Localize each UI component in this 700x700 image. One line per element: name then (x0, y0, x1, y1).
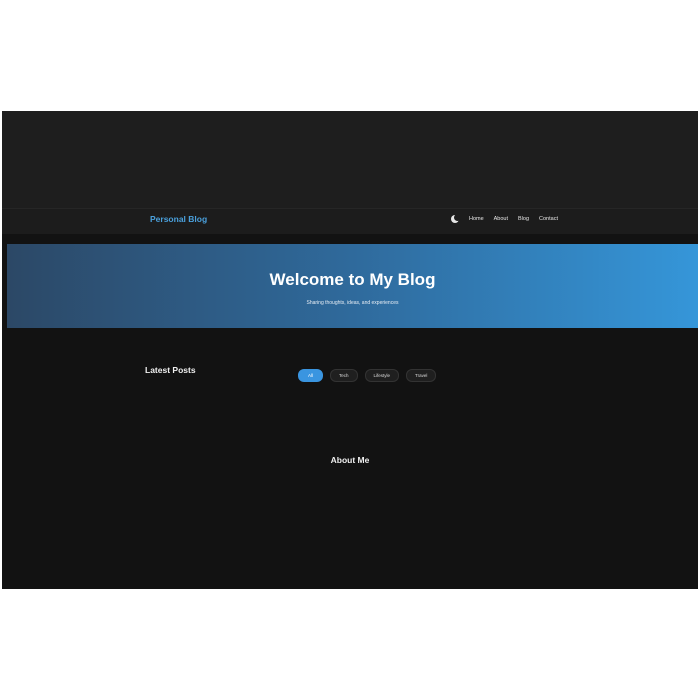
moon-icon[interactable] (450, 214, 461, 223)
filter-lifestyle-button[interactable]: Lifestyle (364, 369, 400, 382)
filter-travel-button[interactable]: Travel (406, 369, 437, 382)
hero-banner: Welcome to My Blog Sharing thoughts, ide… (7, 244, 698, 328)
nav-link-home[interactable]: Home (469, 216, 484, 222)
about-me-heading: About Me (330, 455, 370, 466)
latest-posts-heading: Latest Posts (145, 365, 196, 376)
top-spacer (2, 111, 698, 208)
page-viewport: Personal Blog Home About Blog Contact We… (2, 111, 698, 589)
nav-link-contact[interactable]: Contact (539, 216, 558, 222)
post-filters: All Tech Lifestyle Travel (298, 369, 437, 382)
nav-link-blog[interactable]: Blog (518, 216, 529, 222)
site-brand[interactable]: Personal Blog (150, 214, 207, 224)
hero-title: Welcome to My Blog (269, 270, 436, 289)
filter-all-button[interactable]: All (298, 369, 324, 382)
navbar: Personal Blog Home About Blog Contact (2, 208, 698, 234)
filter-tech-button[interactable]: Tech (330, 369, 358, 382)
hero-subtitle: Sharing thoughts, ideas, and experiences (306, 300, 399, 306)
nav-links: Home About Blog Contact (450, 214, 558, 223)
nav-link-about[interactable]: About (494, 216, 508, 222)
